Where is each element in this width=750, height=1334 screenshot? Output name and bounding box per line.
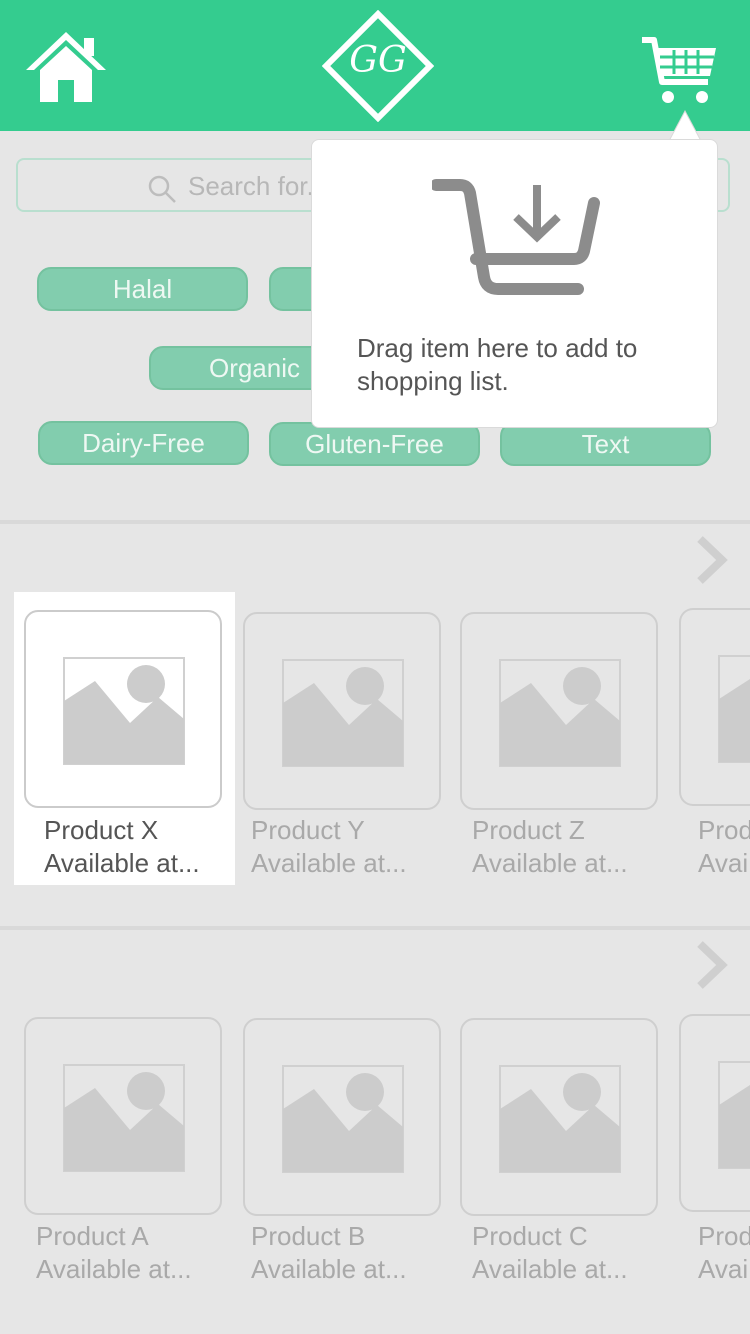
product-name: Product Y (251, 815, 365, 845)
image-placeholder-icon (63, 657, 185, 765)
drop-to-cart-icon (432, 179, 600, 295)
product-card-a[interactable] (24, 1017, 222, 1215)
tooltip-arrow (668, 110, 702, 142)
image-placeholder-icon (282, 659, 404, 767)
search-icon (148, 175, 176, 203)
product-name: Prod (698, 815, 750, 845)
product-name: Product Z (472, 815, 585, 845)
product-availability: Available at... (251, 1254, 407, 1284)
chevron-right-icon[interactable] (694, 940, 730, 990)
product-card-c[interactable] (460, 1018, 658, 1216)
section-divider (0, 926, 750, 930)
product-availability: Avai (698, 1254, 749, 1284)
product-availability: Available at... (44, 848, 200, 878)
product-name: Product C (472, 1221, 588, 1251)
product-card-y[interactable] (243, 612, 441, 810)
product-name: Product A (36, 1221, 149, 1251)
image-placeholder-icon (63, 1064, 185, 1172)
tooltip-message: Drag item here to add to shopping list. (357, 333, 638, 396)
shopping-cart-icon[interactable] (640, 34, 718, 106)
product-availability: Available at... (36, 1254, 192, 1284)
image-placeholder-icon (718, 655, 750, 763)
image-placeholder-icon (499, 659, 621, 767)
app-header: GG (0, 0, 750, 131)
image-placeholder-icon (499, 1065, 621, 1173)
product-card-partial[interactable] (679, 1014, 750, 1212)
product-availability: Available at... (472, 848, 628, 878)
drag-to-cart-tooltip: Drag item here to add to shopping list. (311, 139, 718, 428)
brand-logo[interactable]: GG (321, 9, 435, 123)
product-availability: Available at... (472, 1254, 628, 1284)
product-card-z[interactable] (460, 612, 658, 810)
chevron-right-icon[interactable] (694, 535, 730, 585)
tag-gluten-free[interactable]: Gluten-Free (269, 422, 480, 466)
section-divider (0, 520, 750, 524)
tag-dairy-free[interactable]: Dairy-Free (38, 421, 249, 465)
home-icon[interactable] (24, 30, 108, 104)
logo-text: GG (349, 40, 407, 81)
product-availability: Available at... (251, 848, 407, 878)
image-placeholder-icon (282, 1065, 404, 1173)
tag-halal[interactable]: Halal (37, 267, 248, 311)
product-card-partial[interactable] (679, 608, 750, 806)
product-name: Product B (251, 1221, 366, 1251)
product-name: Prod (698, 1221, 750, 1251)
product-name: Product X (44, 815, 159, 845)
search-placeholder: Search for... (188, 171, 329, 201)
product-availability: Avai (698, 848, 749, 878)
image-placeholder-icon (718, 1061, 750, 1169)
product-card-x[interactable] (24, 610, 222, 808)
product-card-b[interactable] (243, 1018, 441, 1216)
tag-text[interactable]: Text (500, 422, 711, 466)
